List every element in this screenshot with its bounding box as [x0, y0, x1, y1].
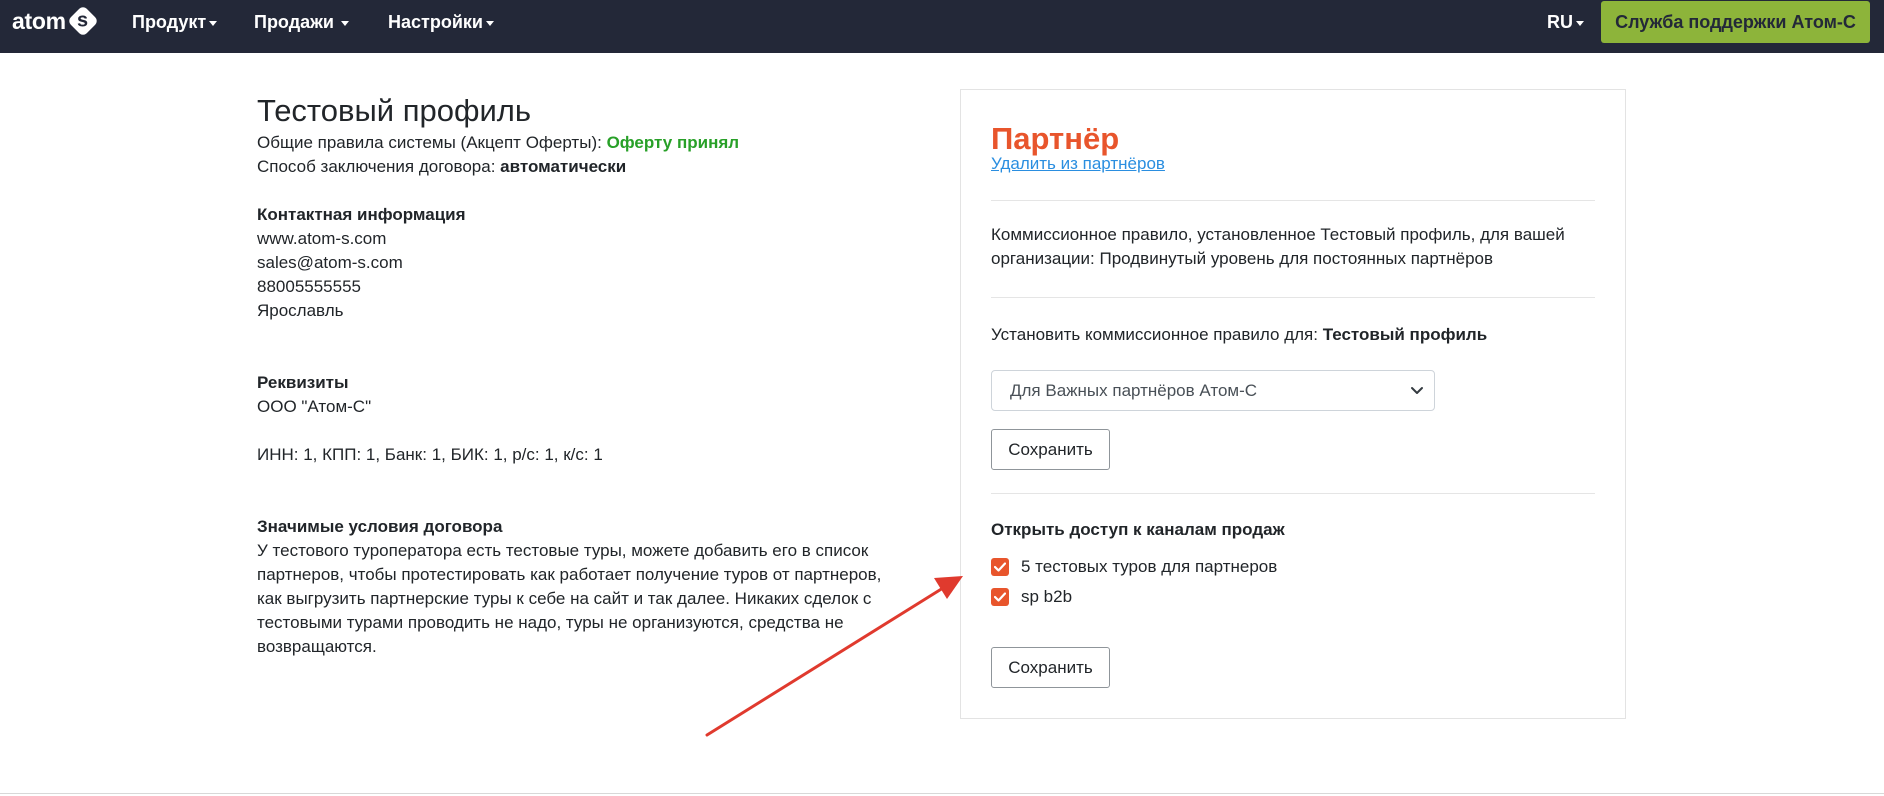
partner-card: Партнёр Удалить из партнёров Коммиссионн… — [960, 89, 1626, 719]
set-rule-line: Установить коммиссионное правило для: Те… — [991, 323, 1601, 347]
requisites-heading: Реквизиты — [257, 373, 349, 392]
chevron-down-icon — [340, 20, 349, 26]
commission-rule-select-value: Для Важных партнёров Атом-С — [1010, 380, 1258, 400]
contact-website: www.atom-s.com — [257, 229, 387, 248]
checkmark-icon — [994, 562, 1006, 572]
sales-channel-checkbox[interactable] — [991, 588, 1009, 606]
sales-channel-item: 5 тестовых туров для партнеров — [991, 555, 1277, 579]
chevron-down-icon — [209, 20, 218, 26]
company-name: ООО "Атом-С" — [257, 397, 372, 416]
support-button[interactable]: Служба поддержки Атом-С — [1601, 1, 1870, 43]
commission-rule-text: Коммиссионное правило, установленное Тес… — [991, 223, 1601, 271]
offer-status-line: Общие правила системы (Акцепт Оферты): О… — [257, 131, 927, 155]
contract-method-value: автоматически — [500, 157, 627, 176]
remove-partner-link[interactable]: Удалить из партнёров — [991, 152, 1165, 176]
nav-menu-settings-label: Настройки — [388, 12, 483, 32]
chevron-down-icon — [485, 20, 494, 26]
contract-terms-line: возвращаются. — [257, 637, 377, 656]
contact-city: Ярославль — [257, 301, 344, 320]
divider — [991, 297, 1595, 298]
sales-channel-checkbox[interactable] — [991, 558, 1009, 576]
divider — [991, 200, 1595, 201]
contract-method-label: Способ заключения договора: — [257, 157, 496, 176]
sales-channels-heading: Открыть доступ к каналам продаж — [991, 520, 1285, 539]
contract-terms-heading: Значимые условия договора — [257, 517, 503, 536]
contact-email: sales@atom-s.com — [257, 253, 403, 272]
checkmark-icon — [994, 592, 1006, 602]
save-channels-button[interactable]: Сохранить — [991, 647, 1110, 688]
page-title: Тестовый профиль — [257, 93, 532, 128]
contact-phone: 88005555555 — [257, 277, 362, 296]
contacts-heading: Контактная информация — [257, 205, 466, 224]
offer-status-value: Оферту принял — [606, 133, 740, 152]
sales-channel-item: sp b2b — [991, 585, 1072, 609]
commission-rule-line: организации: Продвинутый уровень для пос… — [991, 249, 1494, 268]
commission-rule-line: Коммиссионное правило, установленное Тес… — [991, 225, 1565, 244]
logo-badge-icon: s — [66, 5, 99, 37]
chevron-down-icon — [1411, 387, 1423, 394]
set-rule-label: Установить коммиссионное правило для: — [991, 325, 1318, 344]
nav-menu-sales[interactable]: Продажи — [254, 12, 349, 32]
sales-channel-label: sp b2b — [1021, 587, 1073, 606]
nav-menu-sales-label: Продажи — [254, 12, 334, 32]
contract-terms-line: У тестового туроператора есть тестовые т… — [257, 541, 869, 560]
sales-channel-label: 5 тестовых туров для партнеров — [1021, 557, 1278, 576]
requisites-details: ИНН: 1, КПП: 1, Банк: 1, БИК: 1, р/с: 1,… — [257, 445, 603, 464]
nav-menu-settings[interactable]: Настройки — [388, 12, 494, 32]
commission-rule-select[interactable]: Для Важных партнёров Атом-С — [991, 370, 1435, 411]
logo-text: atom — [12, 8, 66, 34]
nav-menu-product-label: Продукт — [132, 12, 207, 32]
offer-rules-label: Общие правила системы (Акцепт Оферты): — [257, 133, 602, 152]
contract-terms-line: как выгрузить партнерские туры к себе на… — [257, 589, 872, 608]
language-selector[interactable]: RU — [1547, 12, 1584, 32]
contract-method-line: Способ заключения договора: автоматическ… — [257, 155, 927, 179]
divider — [991, 493, 1595, 494]
footer-divider — [0, 793, 1884, 794]
chevron-down-icon — [1576, 20, 1584, 26]
language-label: RU — [1547, 12, 1573, 32]
set-rule-target: Тестовый профиль — [1322, 325, 1488, 344]
nav-menu-product[interactable]: Продукт — [132, 12, 218, 32]
top-navbar: atom s Продукт Продажи Настройки RU Служ… — [0, 0, 1884, 53]
save-commission-button[interactable]: Сохранить — [991, 429, 1110, 470]
logo[interactable]: atom s — [12, 5, 99, 37]
contract-terms-line: тестовыми турами проводить не надо, туры… — [257, 613, 844, 632]
contract-terms-line: партнеров, чтобы протестировать как рабо… — [257, 565, 882, 584]
profile-info: Тестовый профиль Общие правила системы (… — [257, 91, 927, 659]
